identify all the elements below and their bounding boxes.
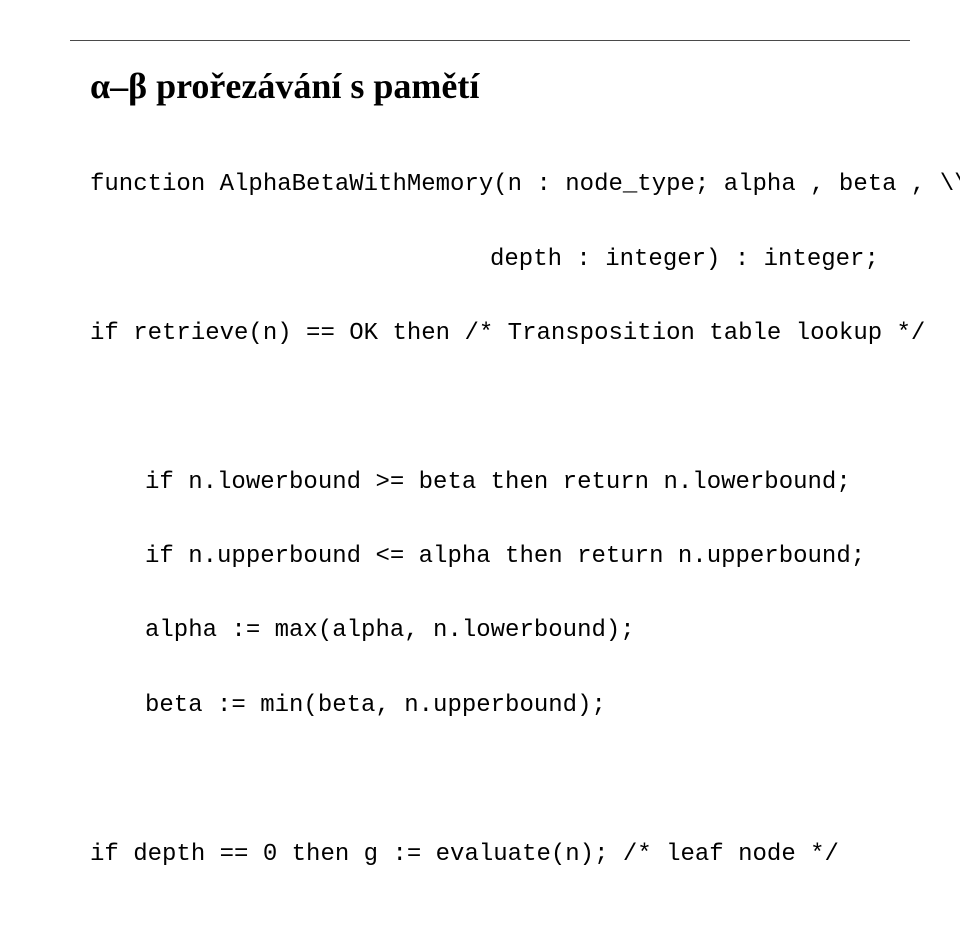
code-block: function AlphaBetaWithMemory(n : node_ty…: [90, 129, 890, 947]
code-line-7: beta := min(beta, n.upperbound);: [90, 687, 890, 724]
document-page: α–β prořezávání s pamětí function AlphaB…: [0, 0, 960, 564]
code-line-6: alpha := max(alpha, n.lowerbound);: [90, 612, 890, 649]
code-blank-2: [90, 761, 890, 798]
title-text: prořezávání s pamětí: [156, 66, 479, 106]
code-blank-1: [90, 389, 890, 426]
code-line-1: function AlphaBetaWithMemory(n : node_ty…: [90, 166, 890, 203]
code-line-4: if n.lowerbound >= beta then return n.lo…: [90, 464, 890, 501]
slide-title: α–β prořezávání s pamětí: [90, 65, 890, 107]
title-alpha-beta: α–β: [90, 66, 156, 106]
code-line-8: if depth == 0 then g := evaluate(n); /* …: [90, 836, 890, 873]
code-line-3: if retrieve(n) == OK then /* Transpositi…: [90, 315, 890, 352]
code-line-5: if n.upperbound <= alpha then return n.u…: [90, 538, 890, 575]
code-line-2: depth : integer) : integer;: [90, 241, 890, 278]
top-rule: [70, 40, 910, 41]
